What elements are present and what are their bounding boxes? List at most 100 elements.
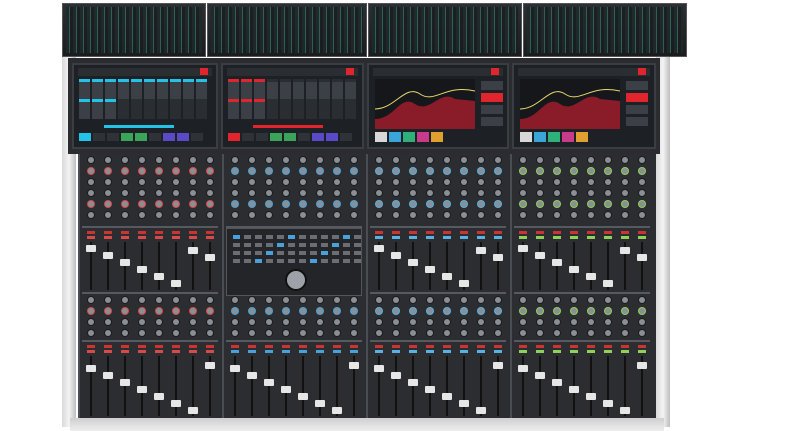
rotary-encoder[interactable] xyxy=(621,190,628,196)
fader-handle[interactable] xyxy=(585,393,596,400)
channel-tile[interactable] xyxy=(306,79,317,99)
rotary-encoder[interactable] xyxy=(189,157,196,163)
rotary-encoder[interactable] xyxy=(155,190,162,196)
rotary-encoder[interactable] xyxy=(460,201,467,207)
rotary-encoder[interactable] xyxy=(443,168,450,174)
fader-handle[interactable] xyxy=(153,273,164,280)
master-button[interactable] xyxy=(288,235,295,239)
touchscreen-2[interactable] xyxy=(221,63,364,149)
channel-button[interactable] xyxy=(154,345,163,348)
rotary-encoder[interactable] xyxy=(443,201,450,207)
channel-button[interactable] xyxy=(120,345,129,348)
master-button[interactable] xyxy=(321,235,328,239)
parameter-slider[interactable] xyxy=(253,125,323,128)
channel-button[interactable] xyxy=(586,236,595,239)
rotary-encoder[interactable] xyxy=(409,179,416,185)
rotary-encoder[interactable] xyxy=(104,330,111,336)
channel-button[interactable] xyxy=(637,236,646,239)
rotary-encoder[interactable] xyxy=(638,330,645,336)
rotary-encoder[interactable] xyxy=(333,212,340,218)
rotary-encoder[interactable] xyxy=(231,319,238,325)
rotary-encoder[interactable] xyxy=(316,297,323,303)
rotary-encoder[interactable] xyxy=(570,319,577,325)
rotary-encoder[interactable] xyxy=(231,297,238,303)
scene-slot[interactable] xyxy=(270,133,282,141)
rotary-encoder[interactable] xyxy=(621,201,628,207)
rotary-encoder[interactable] xyxy=(477,201,484,207)
rotary-encoder[interactable] xyxy=(443,190,450,196)
rotary-encoder[interactable] xyxy=(155,319,162,325)
rotary-encoder[interactable] xyxy=(409,168,416,174)
master-button[interactable] xyxy=(255,259,262,263)
fader-handle[interactable] xyxy=(102,252,113,259)
parameter-slider[interactable] xyxy=(104,125,174,128)
rotary-encoder[interactable] xyxy=(172,308,179,314)
channel-button[interactable] xyxy=(332,350,341,353)
scene-slot[interactable] xyxy=(326,133,338,141)
rotary-encoder[interactable] xyxy=(536,179,543,185)
screen-alert-button[interactable] xyxy=(491,68,499,75)
rotary-encoder[interactable] xyxy=(604,190,611,196)
rotary-encoder[interactable] xyxy=(350,157,357,163)
master-button[interactable] xyxy=(266,243,273,247)
master-button[interactable] xyxy=(244,235,251,239)
rotary-encoder[interactable] xyxy=(638,308,645,314)
rotary-encoder[interactable] xyxy=(138,308,145,314)
master-button[interactable] xyxy=(310,259,317,263)
master-button[interactable] xyxy=(277,259,284,263)
channel-button[interactable] xyxy=(620,231,629,234)
eq-parameter-field[interactable] xyxy=(626,105,648,114)
channel-button[interactable] xyxy=(137,236,146,239)
channel-button[interactable] xyxy=(205,236,214,239)
rotary-encoder[interactable] xyxy=(282,190,289,196)
channel-button[interactable] xyxy=(637,350,646,353)
rotary-encoder[interactable] xyxy=(265,308,272,314)
master-button[interactable] xyxy=(266,235,273,239)
rotary-encoder[interactable] xyxy=(104,308,111,314)
rotary-encoder[interactable] xyxy=(333,157,340,163)
rotary-encoder[interactable] xyxy=(494,297,501,303)
rotary-encoder[interactable] xyxy=(231,168,238,174)
rotary-encoder[interactable] xyxy=(570,157,577,163)
rotary-encoder[interactable] xyxy=(392,212,399,218)
rotary-encoder[interactable] xyxy=(350,201,357,207)
rotary-encoder[interactable] xyxy=(350,190,357,196)
rotary-encoder[interactable] xyxy=(248,330,255,336)
rotary-encoder[interactable] xyxy=(265,157,272,163)
rotary-encoder[interactable] xyxy=(638,201,645,207)
rotary-encoder[interactable] xyxy=(375,190,382,196)
fader-handle[interactable] xyxy=(551,379,562,386)
rotary-encoder[interactable] xyxy=(553,157,560,163)
rotary-encoder[interactable] xyxy=(316,157,323,163)
rotary-encoder[interactable] xyxy=(231,330,238,336)
rotary-encoder[interactable] xyxy=(519,297,526,303)
rotary-encoder[interactable] xyxy=(638,297,645,303)
channel-button[interactable] xyxy=(281,345,290,348)
rotary-encoder[interactable] xyxy=(121,168,128,174)
rotary-encoder[interactable] xyxy=(392,168,399,174)
rotary-encoder[interactable] xyxy=(316,190,323,196)
channel-button[interactable] xyxy=(103,345,112,348)
rotary-encoder[interactable] xyxy=(121,201,128,207)
channel-tile[interactable] xyxy=(228,99,239,119)
channel-button[interactable] xyxy=(391,236,400,239)
channel-tile[interactable] xyxy=(92,99,103,119)
eq-parameter-field[interactable] xyxy=(481,81,503,90)
fader-handle[interactable] xyxy=(373,365,384,372)
rotary-encoder[interactable] xyxy=(206,190,213,196)
rotary-encoder[interactable] xyxy=(426,319,433,325)
rotary-encoder[interactable] xyxy=(375,201,382,207)
eq-graph[interactable] xyxy=(520,79,620,129)
fader-handle[interactable] xyxy=(136,386,147,393)
fader-handle[interactable] xyxy=(636,254,647,261)
rotary-encoder[interactable] xyxy=(460,168,467,174)
rotary-encoder[interactable] xyxy=(87,319,94,325)
rotary-encoder[interactable] xyxy=(121,190,128,196)
fader-handle[interactable] xyxy=(534,372,545,379)
master-button[interactable] xyxy=(299,259,306,263)
rotary-encoder[interactable] xyxy=(206,330,213,336)
rotary-encoder[interactable] xyxy=(189,297,196,303)
rotary-encoder[interactable] xyxy=(409,157,416,163)
rotary-encoder[interactable] xyxy=(443,179,450,185)
fader-handle[interactable] xyxy=(424,386,435,393)
